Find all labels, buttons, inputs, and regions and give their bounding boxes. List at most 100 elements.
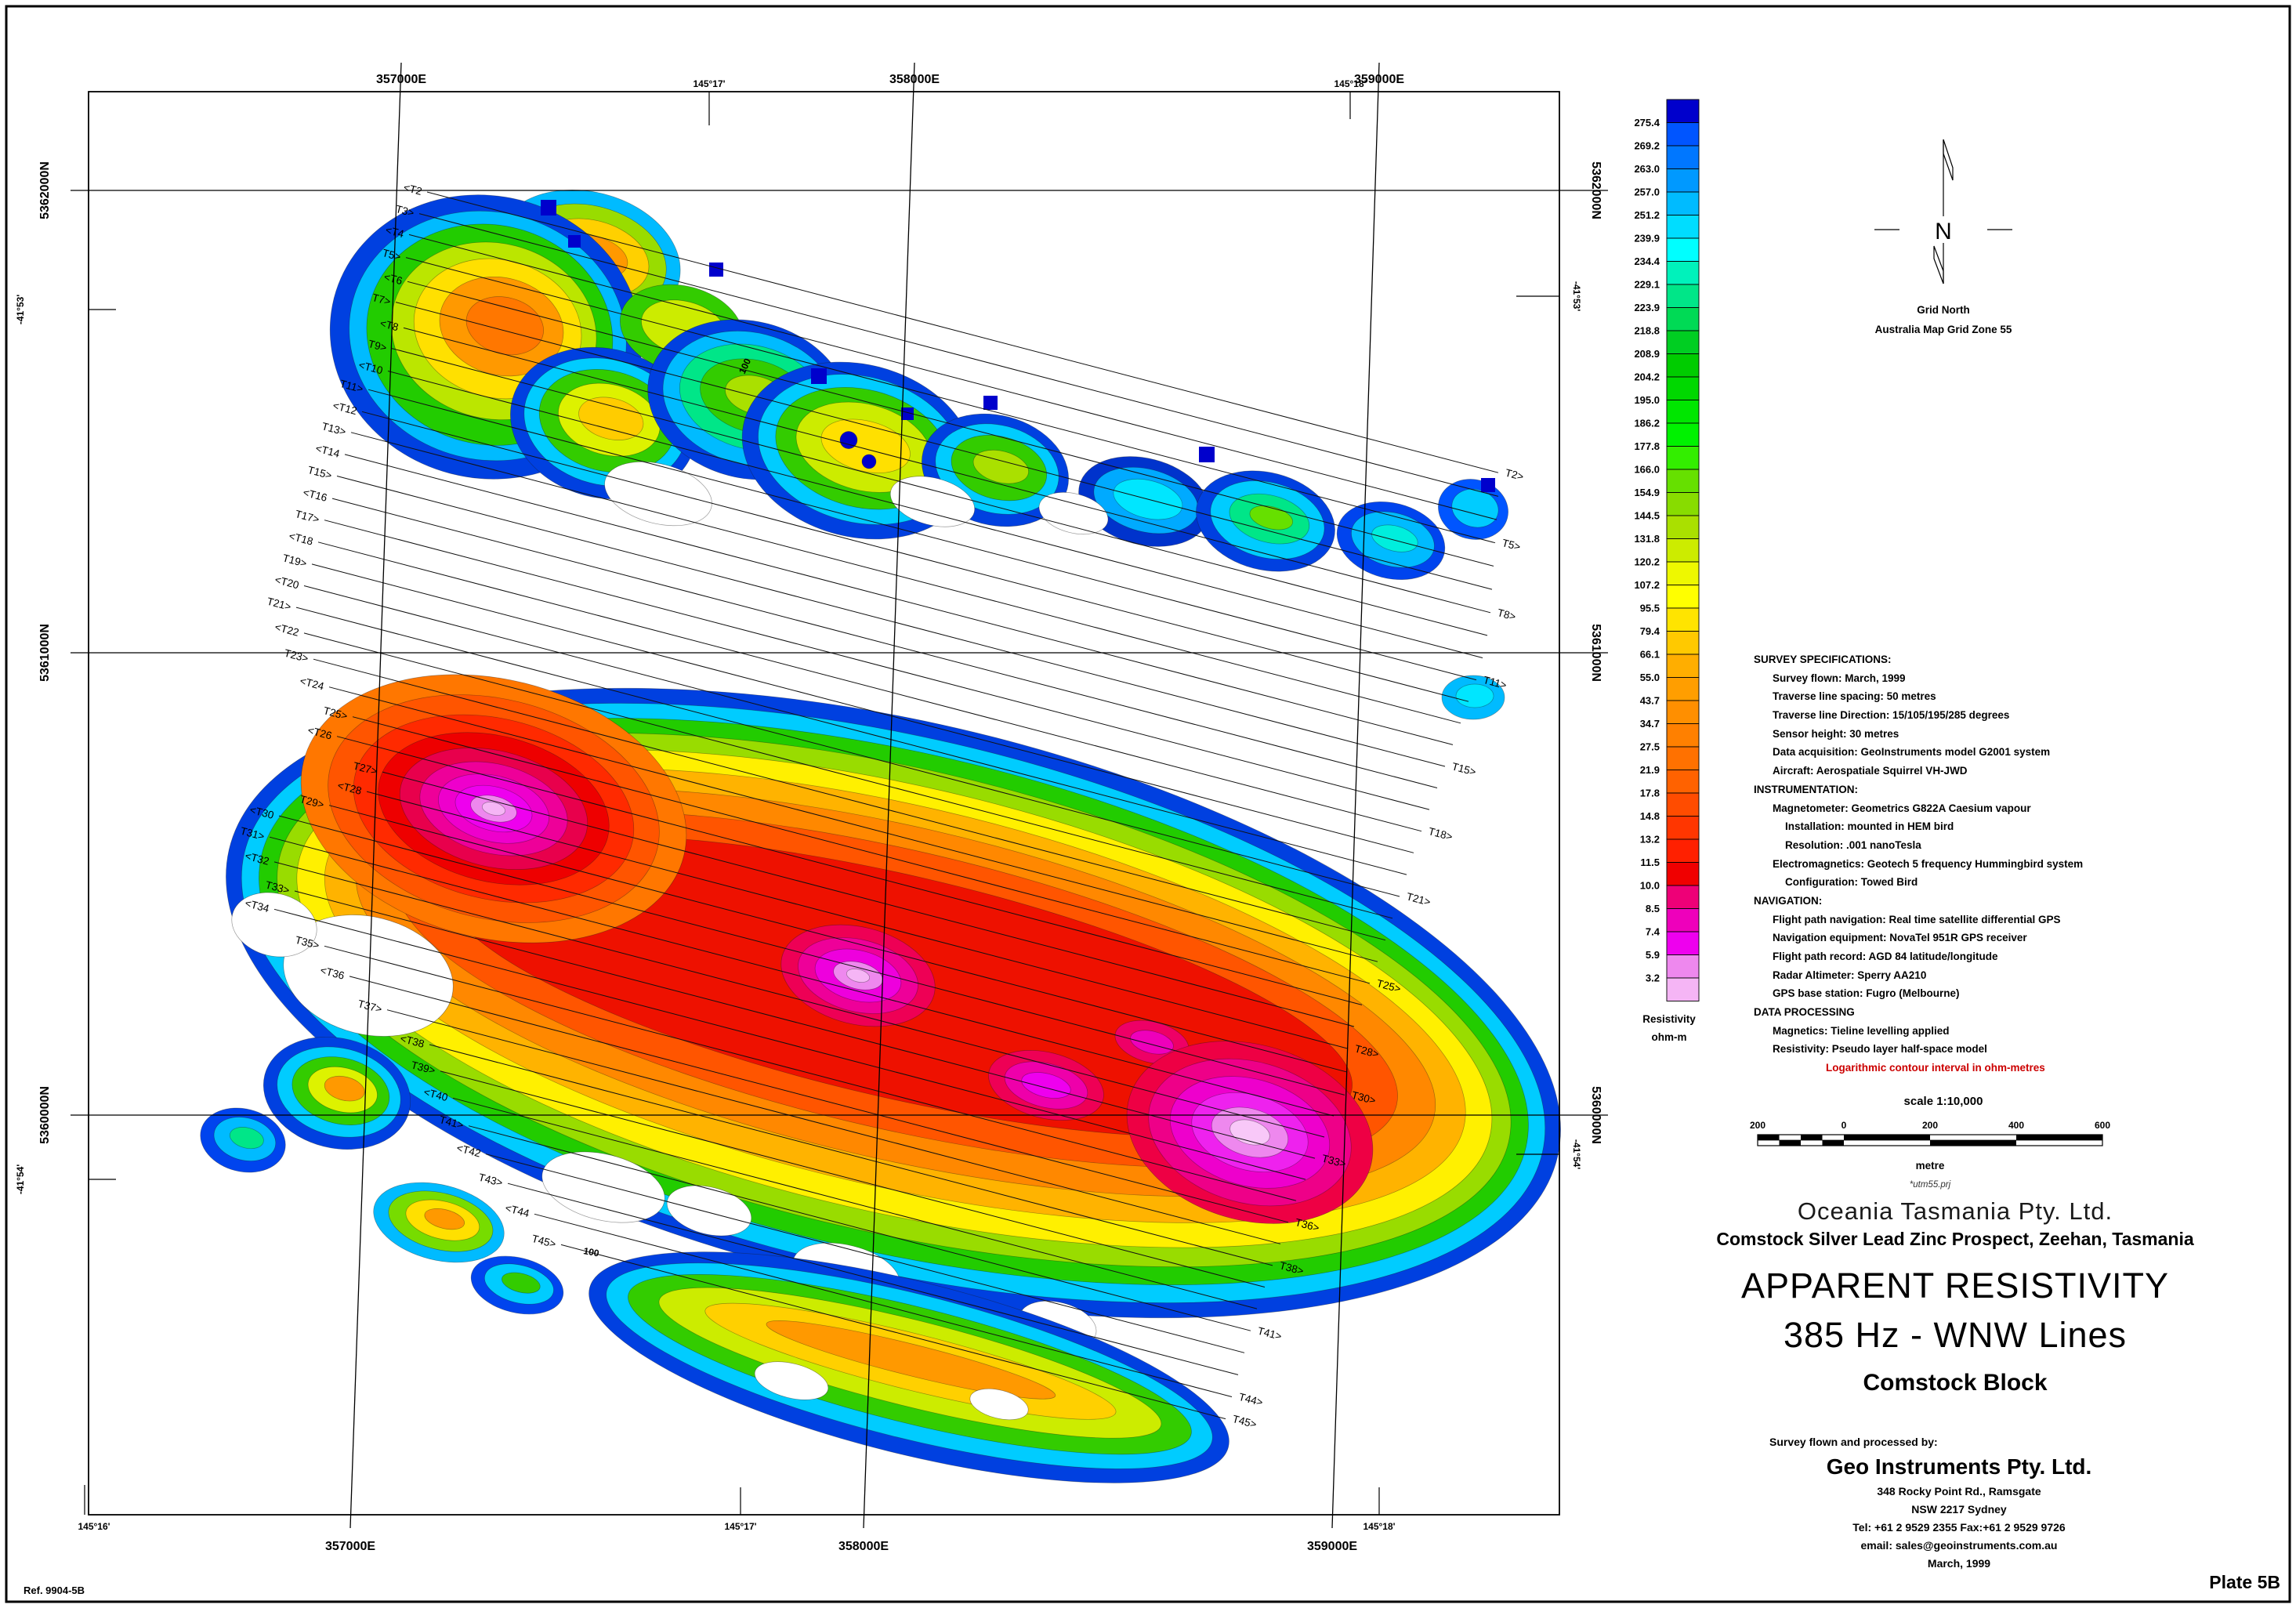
colorbar-swatch [1667, 539, 1699, 563]
colorbar-unit-label: ohm-m [1652, 1031, 1687, 1043]
colorbar-swatch [1667, 447, 1699, 470]
colorbar-tick-label: 177.8 [1634, 440, 1660, 452]
colorbar-swatch [1667, 562, 1699, 585]
traverse-line-label: T43> [477, 1172, 504, 1189]
colorbar-tick-label: 251.2 [1634, 209, 1660, 221]
plate-number: Plate 5B [2163, 1572, 2280, 1593]
block-title: Comstock Block [1863, 1370, 2047, 1396]
spec-line: Installation: mounted in HEM bird [1754, 817, 2287, 836]
colorbar-swatch [1667, 701, 1699, 724]
colorbar-swatch [1667, 400, 1699, 424]
spec-section-header: SURVEY SPECIFICATIONS: [1754, 650, 2287, 669]
map-graphic [2016, 1135, 2102, 1140]
colorbar-tick-label: 17.8 [1640, 788, 1660, 799]
map-graphic [1199, 447, 1215, 462]
grid-north-label: Grid North [1917, 304, 1970, 316]
latitude-label-right: -41°54' [1571, 1139, 1582, 1169]
longitude-label-bottom: 145°18' [1363, 1521, 1395, 1532]
colorbar-swatch [1667, 747, 1699, 770]
colorbar-swatch [1667, 284, 1699, 308]
map-graphic [1481, 478, 1495, 492]
spec-line: GPS base station: Fugro (Melbourne) [1754, 984, 2287, 1003]
projection-file-note: *utm55.prj [1910, 1180, 1951, 1190]
colorbar-tick-label: 204.2 [1634, 371, 1660, 383]
map-graphic [1934, 246, 1943, 284]
colorbar-tick-label: 131.8 [1634, 533, 1660, 545]
processed-by-label: Survey flown and processed by: [1769, 1436, 1938, 1448]
map-graphic [1943, 139, 1953, 180]
north-arrow-icon: N [1874, 139, 2012, 284]
spec-section-header: INSTRUMENTATION: [1754, 780, 2287, 799]
traverse-line-label: <T20 [273, 574, 300, 591]
colorbar-tick-label: 10.0 [1640, 880, 1660, 892]
latitude-label-right: -41°53' [1571, 281, 1582, 311]
colorbar-swatch [1667, 215, 1699, 239]
flight-line [392, 349, 1487, 636]
colorbar-tick-label: 11.5 [1640, 857, 1660, 868]
colorbar-tick-label: 263.0 [1634, 163, 1660, 175]
colorbar-swatch [1667, 955, 1699, 979]
colorbar-tick-label: 8.5 [1646, 903, 1660, 914]
traverse-line-label: T15> [306, 464, 333, 481]
map-graphic [1432, 472, 1515, 547]
spec-line: Magnetics: Tieline levelling applied [1754, 1022, 2287, 1041]
colorbar-swatch [1667, 354, 1699, 378]
latitude-label-left: -41°53' [15, 295, 26, 324]
colorbar-swatch [1667, 770, 1699, 794]
spec-line: Resistivity: Pseudo layer half-space mod… [1754, 1040, 2287, 1059]
survey-specifications-block: SURVEY SPECIFICATIONS:Survey flown: Marc… [1754, 650, 2287, 1077]
colorbar-tick-label: 229.1 [1634, 279, 1660, 291]
map-graphic: 400 [2008, 1120, 2024, 1131]
map-title-line1: APPARENT RESISTIVITY [1741, 1266, 2169, 1306]
map-graphic: 200 [1922, 1120, 1938, 1131]
colorbar-swatch [1667, 839, 1699, 863]
colorbar-swatch [1667, 331, 1699, 354]
colorbar-unit-label: Resistivity [1642, 1013, 1696, 1025]
colorbar-tick-label: 186.2 [1634, 418, 1660, 429]
map-plate-page: <T2T2>T3><T4T5>T5><T6T7><T8T8>T9><T10T11… [0, 0, 2296, 1608]
map-graphic [1844, 1135, 1930, 1140]
longitude-label-top: 145°18' [1334, 78, 1366, 89]
map-graphic: 200 [1750, 1120, 1765, 1131]
colorbar-swatch [1667, 308, 1699, 331]
colorbar-swatch [1667, 724, 1699, 748]
colorbar-swatch [1667, 678, 1699, 701]
spec-line: Configuration: Towed Bird [1754, 873, 2287, 892]
northing-label-right: 5360000N [1589, 1086, 1602, 1144]
anomaly-north-band [299, 161, 1515, 719]
colorbar-swatch [1667, 632, 1699, 655]
contour-value-label: 100 [582, 1245, 599, 1259]
easting-label-bottom: 358000E [838, 1540, 889, 1553]
contractor-address1: 348 Rocky Point Rd., Ramsgate [1877, 1485, 2041, 1498]
colorbar-swatch [1667, 863, 1699, 886]
traverse-line-label: T21> [1405, 890, 1432, 907]
colorbar-swatch [1667, 817, 1699, 840]
company-title: Oceania Tasmania Pty. Ltd. [1798, 1197, 2113, 1226]
colorbar-tick-label: 55.0 [1640, 672, 1660, 683]
colorbar-tick-label: 43.7 [1640, 695, 1660, 707]
spec-line: Data acquisition: GeoInstruments model G… [1754, 743, 2287, 762]
contractor-email: email: sales@geoinstruments.com.au [1861, 1539, 2058, 1552]
colorbar-swatch [1667, 238, 1699, 262]
colorbar-swatch [1667, 146, 1699, 169]
traverse-line-label: T8> [1496, 607, 1517, 623]
colorbar-swatch [1667, 377, 1699, 400]
easting-label-top: 358000E [889, 73, 940, 86]
colorbar-swatch [1667, 493, 1699, 516]
traverse-line-label: T17> [294, 508, 320, 525]
traverse-line-label: T23> [283, 647, 310, 665]
traverse-line-label: T41> [1256, 1325, 1283, 1342]
contractor-name: Geo Instruments Pty. Ltd. [1827, 1454, 2092, 1479]
easting-label-bottom: 357000E [325, 1540, 375, 1553]
scale-unit-label: metre [1916, 1160, 1945, 1172]
traverse-line-label: T15> [1450, 760, 1477, 777]
colorbar-tick-label: 13.2 [1640, 834, 1660, 846]
colorbar-tick-label: 166.0 [1634, 464, 1660, 476]
colorbar-tick-label: 95.5 [1640, 603, 1660, 614]
colorbar-tick-label: 269.2 [1634, 140, 1660, 152]
reference-number: Ref. 9904-5B [24, 1584, 85, 1596]
latitude-label-left: -41°54' [15, 1164, 26, 1194]
map-graphic [1328, 491, 1454, 591]
traverse-line-label: <T44 [504, 1202, 531, 1220]
traverse-line-label: T18> [1427, 825, 1454, 842]
